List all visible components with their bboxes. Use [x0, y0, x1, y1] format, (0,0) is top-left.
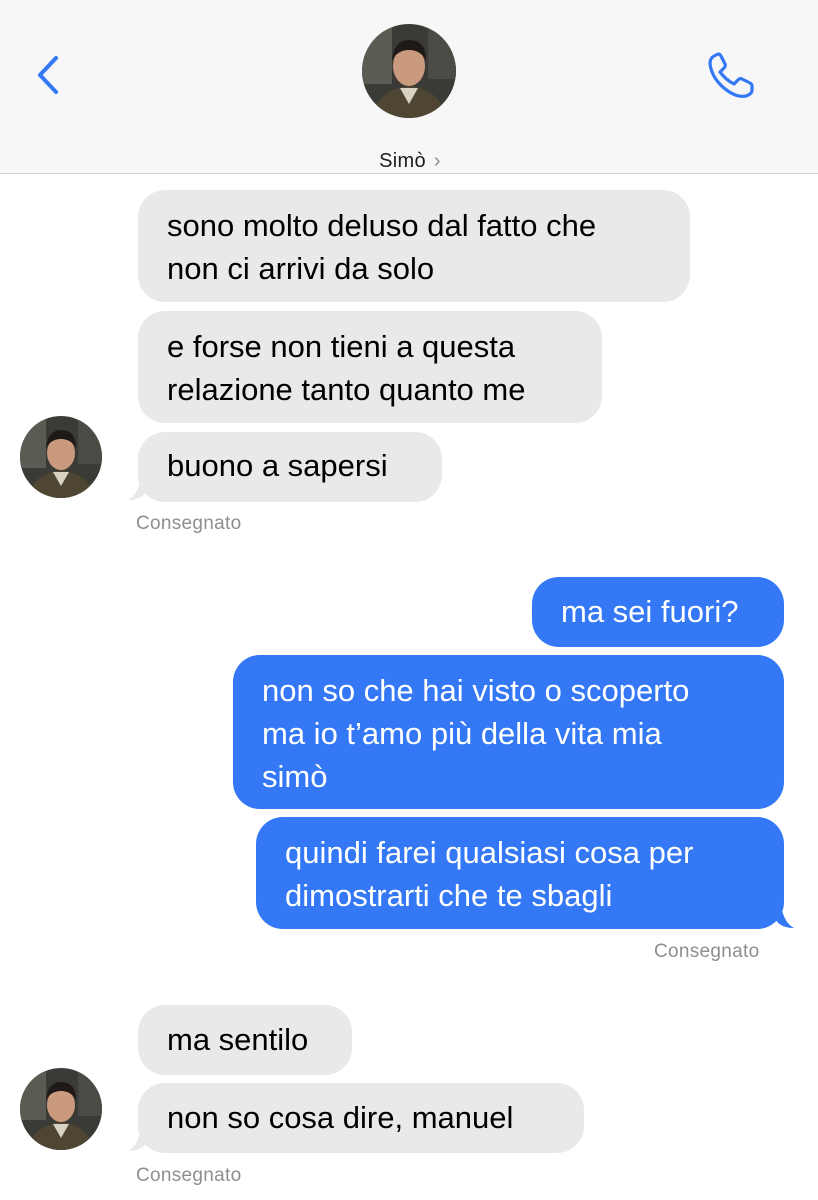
bubble-tail: [128, 470, 148, 500]
message-bubble-sent[interactable]: non so che hai visto o scoperto ma io t’…: [233, 655, 784, 809]
delivery-status: Consegnato: [654, 941, 760, 962]
message-bubble-sent[interactable]: ma sei fuori?: [532, 577, 784, 647]
contact-name: Simò ›: [379, 150, 441, 172]
phone-icon: [708, 52, 754, 98]
message-bubble-received[interactable]: e forse non tieni a questa relazione tan…: [138, 311, 602, 423]
message-bubble-received[interactable]: ma sentilo: [138, 1005, 352, 1075]
message-bubble-sent[interactable]: quindi farei qualsiasi cosa per dimostra…: [256, 817, 784, 929]
conversation-header: Simò ›: [0, 0, 818, 174]
contact-avatar: [362, 24, 456, 118]
bubble-tail: [128, 1121, 148, 1151]
chevron-right-icon: ›: [433, 150, 441, 172]
chevron-left-icon: [38, 56, 58, 94]
bubble-tail: [774, 898, 794, 928]
call-button[interactable]: [700, 50, 760, 102]
sender-avatar: [20, 416, 102, 498]
back-button[interactable]: [28, 50, 68, 100]
delivery-status: Consegnato: [136, 513, 242, 534]
message-bubble-received[interactable]: sono molto deluso dal fatto che non ci a…: [138, 190, 690, 302]
contact-info-button[interactable]: Simò ›: [360, 22, 460, 172]
message-bubble-received[interactable]: buono a sapersi: [138, 432, 442, 502]
sender-avatar: [20, 1068, 102, 1150]
message-bubble-received[interactable]: non so cosa dire, manuel: [138, 1083, 584, 1153]
delivery-status: Consegnato: [136, 1165, 242, 1186]
